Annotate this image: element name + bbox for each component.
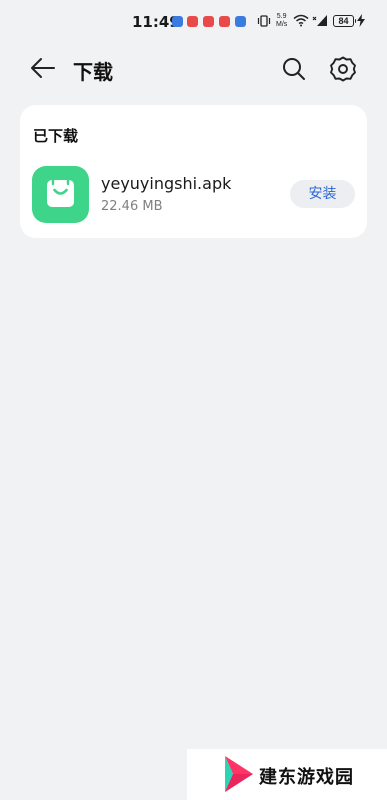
install-button[interactable]: 安装	[290, 180, 355, 208]
back-button[interactable]	[30, 56, 56, 80]
apk-file-icon	[32, 166, 89, 223]
site-logo-icon	[225, 756, 253, 792]
section-title: 已下载	[33, 127, 79, 145]
network-speed: 5.9 M/s	[276, 13, 287, 29]
wifi-icon	[293, 14, 309, 30]
status-bar: 11:49 5.9 M/s 84	[0, 0, 387, 44]
file-name: yeyuyingshi.apk	[101, 174, 232, 193]
watermark-text: 建东游戏园	[259, 767, 354, 788]
notification-icon	[172, 16, 183, 27]
signal-icon	[312, 14, 328, 30]
downloaded-card: 已下载 yeyuyingshi.apk 22.46 MB 安装	[20, 105, 367, 238]
shopping-bag-icon	[47, 179, 74, 207]
file-size: 22.46 MB	[101, 199, 163, 214]
battery-icon: 84	[333, 15, 356, 27]
notification-icon	[235, 16, 246, 27]
notification-icon	[187, 16, 198, 27]
arrow-left-icon	[31, 58, 55, 78]
settings-button[interactable]	[329, 55, 357, 83]
charging-icon	[357, 14, 365, 30]
notification-icon	[219, 16, 230, 27]
watermark: 建东游戏园	[187, 749, 387, 800]
app-header: 下载	[0, 44, 387, 92]
network-speed-value: 5.9	[276, 13, 287, 20]
search-button[interactable]	[281, 56, 307, 82]
gear-icon	[330, 56, 356, 82]
search-icon	[283, 58, 305, 80]
network-speed-unit: M/s	[276, 21, 288, 28]
vibrate-icon	[257, 15, 271, 30]
page-title: 下载	[73, 60, 113, 84]
notification-icon	[203, 16, 214, 27]
